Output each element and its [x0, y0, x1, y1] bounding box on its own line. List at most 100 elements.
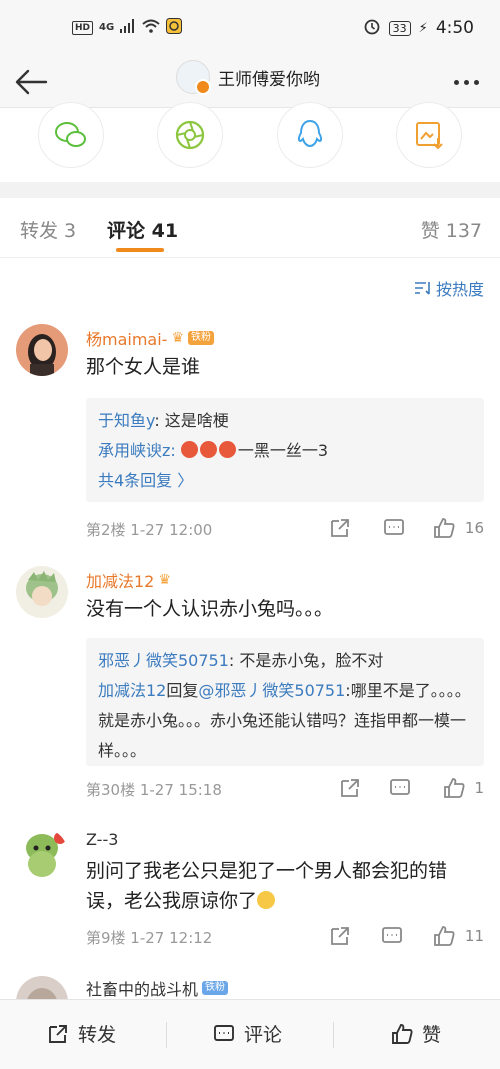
network-type: 4G: [99, 22, 115, 33]
battery-indicator: 33: [388, 20, 411, 36]
nav-bar: 王师傅爱你哟: [0, 56, 500, 108]
like-icon[interactable]: [432, 924, 456, 948]
tab-repost[interactable]: 转发 3: [20, 216, 76, 243]
comment-meta: 第30楼 1-27 15:18 1: [86, 776, 484, 802]
dot-icon: [453, 79, 459, 85]
crown-icon: ♛: [171, 330, 185, 346]
crown-icon: ♛: [158, 572, 171, 588]
dot-icon: [463, 79, 469, 85]
comment-meta: 第9楼 1-27 12:12 11: [86, 924, 484, 950]
share-moments-button[interactable]: [157, 102, 223, 168]
repost-label: 转发: [78, 1024, 117, 1046]
page-title: 王师傅爱你哟: [218, 69, 320, 90]
avatar[interactable]: [16, 828, 68, 880]
comment-icon[interactable]: [380, 924, 404, 948]
share-wechat-button[interactable]: [38, 102, 104, 168]
comment-author[interactable]: 加减法12 ♛: [86, 568, 171, 592]
reply-verb: 回复: [166, 681, 199, 700]
like-count: 16: [464, 519, 484, 537]
more-replies-link[interactable]: 共4条回复 〉: [98, 466, 472, 496]
comment-item: 社畜中的战斗机 铁粉: [0, 968, 500, 999]
wifi-icon: [142, 19, 160, 36]
author-name: 社畜中的战斗机: [86, 980, 199, 999]
floor-time: 第9楼 1-27 12:12: [86, 929, 213, 947]
reply-author[interactable]: 于知鱼y: [98, 411, 154, 430]
tab-like[interactable]: 赞 137: [421, 216, 482, 243]
moments-icon: [175, 120, 205, 150]
divider: [166, 1022, 167, 1048]
save-image-icon: [416, 122, 443, 150]
reply-author[interactable]: 邪恶丿微笑50751: [98, 651, 229, 670]
comment-text: 别问了我老公只是犯了一个男人都会犯的错误，老公我原谅你了: [86, 856, 478, 916]
crying-emoji-icon: [257, 891, 276, 909]
like-label: 赞: [422, 1024, 442, 1046]
status-left: HD 4G: [72, 18, 183, 37]
more-options-button[interactable]: [446, 62, 486, 102]
like-count: 11: [464, 927, 484, 945]
avatar[interactable]: [16, 566, 68, 618]
clock: 4:50: [435, 18, 474, 38]
comment-icon[interactable]: [382, 516, 406, 540]
avatar-image: [16, 828, 68, 880]
comment-text: 没有一个人认识赤小兔吗。。。: [86, 598, 334, 620]
floor-time: 第2楼 1-27 12:00: [86, 521, 213, 539]
dot-icon: [473, 79, 479, 85]
share-qq-button[interactable]: [277, 102, 343, 168]
qq-icon: [297, 119, 323, 148]
reply-box[interactable]: 于知鱼y: 这是啥梗 承用峡谀z: 一黑一丝一3 共4条回复 〉: [86, 398, 484, 502]
author-avatar[interactable]: [176, 60, 211, 95]
reply-author[interactable]: 承用峡谀z: [98, 441, 170, 460]
share-row: [0, 102, 500, 184]
nav-author[interactable]: 王师傅爱你哟: [176, 60, 320, 95]
comment-item: 加减法12 ♛ 没有一个人认识赤小兔吗。。。 邪恶丿微笑50751: 不是赤小兔…: [0, 554, 500, 816]
app-notification-icon: [166, 18, 183, 37]
comment-author[interactable]: 社畜中的战斗机 铁粉: [86, 976, 229, 999]
alarm-icon: [363, 17, 381, 39]
author-name: 杨maimai-: [86, 330, 168, 349]
share-icon[interactable]: [338, 776, 362, 800]
section-divider: [0, 182, 500, 198]
hd-indicator: HD: [72, 20, 94, 35]
comment-meta: 第2楼 1-27 12:00 16: [86, 516, 484, 542]
avatar-image: [16, 976, 68, 999]
sort-by-hot-button[interactable]: 按热度: [414, 276, 484, 300]
fan-badge: 铁粉: [202, 981, 229, 995]
taurus-emoji-icon: [218, 441, 236, 458]
like-button[interactable]: 赞: [390, 1020, 441, 1047]
comment-author[interactable]: 杨maimai- ♛ 铁粉: [86, 326, 215, 350]
comment-text: 那个女人是谁: [86, 356, 201, 378]
repost-icon: [49, 1024, 67, 1043]
tab-bar: 转发 3 评论 41 赞 137: [0, 198, 500, 258]
avatar[interactable]: [16, 324, 68, 376]
floor-time: 第30楼 1-27 15:18: [86, 781, 222, 799]
author-name: Z--3: [86, 830, 119, 849]
comment-item: 杨maimai- ♛ 铁粉 那个女人是谁 于知鱼y: 这是啥梗 承用峡谀z: 一…: [0, 316, 500, 554]
comment-author[interactable]: Z--3: [86, 830, 118, 849]
comment-icon: [214, 1024, 234, 1041]
comment-icon[interactable]: [388, 776, 412, 800]
comment-button[interactable]: 评论: [212, 1020, 282, 1047]
reply-box[interactable]: 邪恶丿微笑50751: 不是赤小兔，脸不对 加减法12回复@邪恶丿微笑50751…: [86, 638, 484, 766]
share-icon[interactable]: [328, 516, 352, 540]
reply-text: : 这是啥梗: [154, 411, 229, 430]
author-name: 加减法12: [86, 572, 155, 591]
reply-mention[interactable]: @邪恶丿微笑50751: [198, 681, 345, 700]
like-icon: [392, 1023, 413, 1044]
sort-row: 按热度: [0, 258, 500, 316]
like-icon[interactable]: [432, 516, 456, 540]
back-button[interactable]: [12, 62, 52, 102]
avatar[interactable]: [16, 976, 68, 999]
save-image-button[interactable]: [396, 102, 462, 168]
share-icon[interactable]: [328, 924, 352, 948]
avatar-image: [16, 324, 68, 376]
like-icon[interactable]: [442, 776, 466, 800]
avatar-image: [16, 566, 68, 618]
repost-button[interactable]: 转发: [46, 1020, 116, 1047]
tab-comment[interactable]: 评论 41: [107, 216, 178, 243]
wechat-icon: [55, 122, 86, 147]
bottom-action-bar: 转发 评论 赞: [0, 999, 500, 1069]
charging-icon: ⚡: [418, 20, 428, 36]
status-bar: HD 4G 33 ⚡ 4:50: [0, 0, 500, 56]
reply-author[interactable]: 加减法12: [98, 681, 166, 700]
status-right: 33 ⚡ 4:50: [363, 17, 474, 39]
